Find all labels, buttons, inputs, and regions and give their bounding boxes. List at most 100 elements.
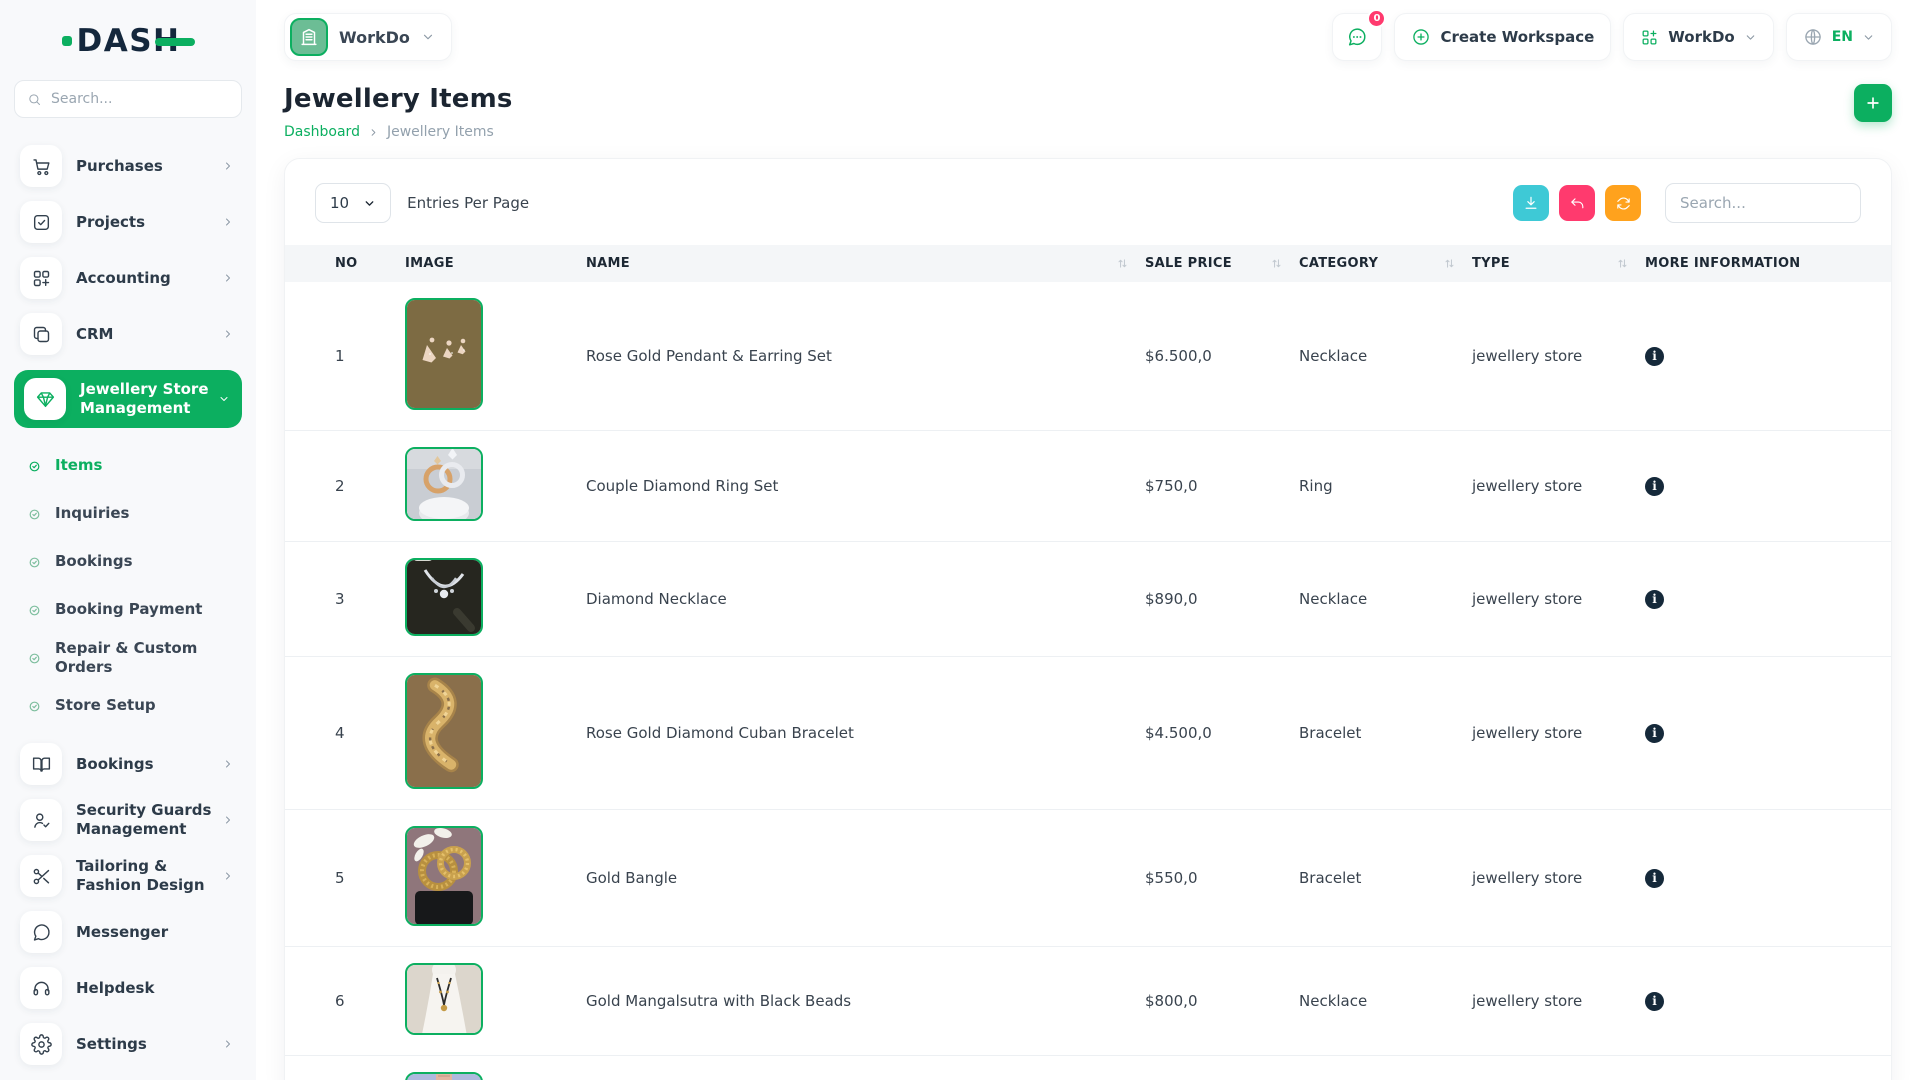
sidebar-item-accounting[interactable]: Accounting: [14, 252, 242, 304]
sidebar-item-label: Settings: [76, 1035, 222, 1054]
column-label: SALE PRICE: [1145, 256, 1232, 271]
reset-button[interactable]: [1559, 185, 1595, 221]
language-selector[interactable]: EN: [1786, 13, 1892, 61]
sidebar-item-crm[interactable]: CRM: [14, 308, 242, 360]
column-header-type[interactable]: TYPE: [1472, 256, 1645, 271]
item-thumbnail[interactable]: [405, 447, 483, 521]
check-square-icon: [31, 212, 52, 233]
icon-box: [20, 313, 62, 355]
chat-icon: [31, 922, 52, 943]
item-thumbnail[interactable]: [405, 298, 483, 410]
sidebar-item-messenger[interactable]: Messenger: [14, 906, 242, 958]
table-row: 5Gold Bangle$550,0Braceletjewellery stor…: [285, 810, 1891, 947]
item-thumbnail[interactable]: [405, 963, 483, 1035]
item-category: Ring: [1299, 477, 1472, 495]
table-search-input[interactable]: [1665, 183, 1861, 223]
language-code: EN: [1832, 29, 1853, 45]
column-label: NAME: [586, 256, 630, 271]
sidebar-item-security-guards-management[interactable]: Security Guards Management: [14, 794, 242, 846]
icon-box: [20, 257, 62, 299]
row-number: 3: [285, 590, 405, 608]
info-icon[interactable]: i: [1645, 347, 1664, 366]
check-circle-icon: [28, 508, 41, 521]
sidebar-item-label: CRM: [76, 325, 222, 344]
breadcrumb-dashboard-link[interactable]: Dashboard: [284, 124, 360, 140]
workspace-building-icon: [290, 18, 328, 56]
workspace-menu-button[interactable]: WorkDo: [1623, 13, 1773, 61]
sidebar-item-jewellery-store-management[interactable]: Jewellery Store Management: [14, 370, 242, 428]
chevron-right-icon: [222, 757, 236, 771]
topbar: WorkDo 0 Create Workspace WorkD: [284, 0, 1892, 62]
sidebar-item-label: Tailoring & Fashion Design: [76, 857, 222, 895]
info-icon[interactable]: i: [1645, 477, 1664, 496]
sidebar-menu: PurchasesProjectsAccounting CRM Jewellery …: [14, 140, 242, 1074]
column-header-sale-price[interactable]: SALE PRICE: [1145, 256, 1299, 271]
image-cell: [405, 542, 586, 656]
gear-icon: [31, 1034, 52, 1055]
icon-box: [20, 1023, 62, 1065]
item-thumbnail[interactable]: [405, 558, 483, 636]
sidebar-item-purchases[interactable]: Purchases: [14, 140, 242, 192]
entries-per-page-select[interactable]: 10: [315, 183, 391, 223]
sidebar-item-tailoring-fashion-design[interactable]: Tailoring & Fashion Design: [14, 850, 242, 902]
info-icon[interactable]: i: [1645, 869, 1664, 888]
column-header-more-information: MORE INFORMATION: [1645, 256, 1891, 271]
info-icon[interactable]: i: [1645, 724, 1664, 743]
sidebar-item-bookings[interactable]: Bookings: [14, 738, 242, 790]
column-header-name[interactable]: NAME: [586, 256, 1145, 271]
info-icon[interactable]: i: [1645, 590, 1664, 609]
more-info-cell: i: [1645, 476, 1891, 496]
refresh-button[interactable]: [1605, 185, 1641, 221]
sidebar-item-helpdesk[interactable]: Helpdesk: [14, 962, 242, 1014]
sidebar-subitem-items[interactable]: Items: [28, 442, 242, 490]
workspace-selector[interactable]: WorkDo: [284, 13, 452, 61]
sort-icon: [1443, 257, 1456, 270]
card-toolbar: 10 Entries Per Page: [285, 183, 1891, 223]
image-cell: [405, 657, 586, 809]
workspace-name: WorkDo: [339, 28, 410, 47]
search-icon: [27, 91, 42, 108]
sidebar-subitem-inquiries[interactable]: Inquiries: [28, 490, 242, 538]
column-header-category[interactable]: CATEGORY: [1299, 256, 1472, 271]
item-thumbnail[interactable]: [405, 673, 483, 789]
breadcrumb: Dashboard Jewellery Items: [284, 124, 513, 140]
sidebar-item-settings[interactable]: Settings: [14, 1018, 242, 1070]
items-card: 10 Entries Per Page: [284, 158, 1892, 1080]
sidebar-item-label: Security Guards Management: [76, 801, 222, 839]
table-header: NOIMAGENAMESALE PRICECATEGORYTYPEMORE IN…: [285, 245, 1891, 282]
sidebar-search-input[interactable]: [51, 91, 229, 107]
add-item-button[interactable]: [1854, 84, 1892, 122]
check-circle-icon: [28, 460, 41, 473]
breadcrumb-current: Jewellery Items: [387, 124, 494, 140]
image-cell: [405, 947, 586, 1055]
workspace-menu-label: WorkDo: [1668, 28, 1734, 46]
item-category: Necklace: [1299, 347, 1472, 365]
sidebar-subitem-repair-custom-orders[interactable]: Repair & Custom Orders: [28, 634, 242, 682]
sidebar-subitem-bookings[interactable]: Bookings: [28, 538, 242, 586]
sidebar-subitem-store-setup[interactable]: Store Setup: [28, 682, 242, 730]
sidebar-item-projects[interactable]: Projects: [14, 196, 242, 248]
create-workspace-button[interactable]: Create Workspace: [1394, 13, 1611, 61]
icon-box: [24, 378, 66, 420]
page-header: Jewellery Items Dashboard Jewellery Item…: [284, 84, 1892, 140]
sidebar: DASH PurchasesProjectsAccountingCRMJewel…: [0, 0, 256, 1080]
table-row: 7Women Rose Gold Watch$1.580,0Bracelet W…: [285, 1056, 1891, 1080]
sidebar-subitem-booking-payment[interactable]: Booking Payment: [28, 586, 242, 634]
icon-box: [20, 201, 62, 243]
more-info-cell: i: [1645, 868, 1891, 888]
item-type: jewellery store: [1472, 724, 1645, 742]
item-type: jewellery store: [1472, 347, 1645, 365]
sidebar-subitem-label: Bookings: [55, 552, 133, 572]
item-thumbnail[interactable]: [405, 826, 483, 926]
item-price: $750,0: [1145, 477, 1299, 495]
image-cell: [405, 1056, 586, 1080]
column-header-image: IMAGE: [405, 256, 586, 271]
item-type: jewellery store: [1472, 992, 1645, 1010]
item-price: $4.500,0: [1145, 724, 1299, 742]
messages-button[interactable]: 0: [1332, 13, 1382, 61]
sort-icon: [1616, 257, 1629, 270]
export-button[interactable]: [1513, 185, 1549, 221]
item-thumbnail[interactable]: [405, 1072, 483, 1080]
icon-box: [20, 911, 62, 953]
info-icon[interactable]: i: [1645, 992, 1664, 1011]
